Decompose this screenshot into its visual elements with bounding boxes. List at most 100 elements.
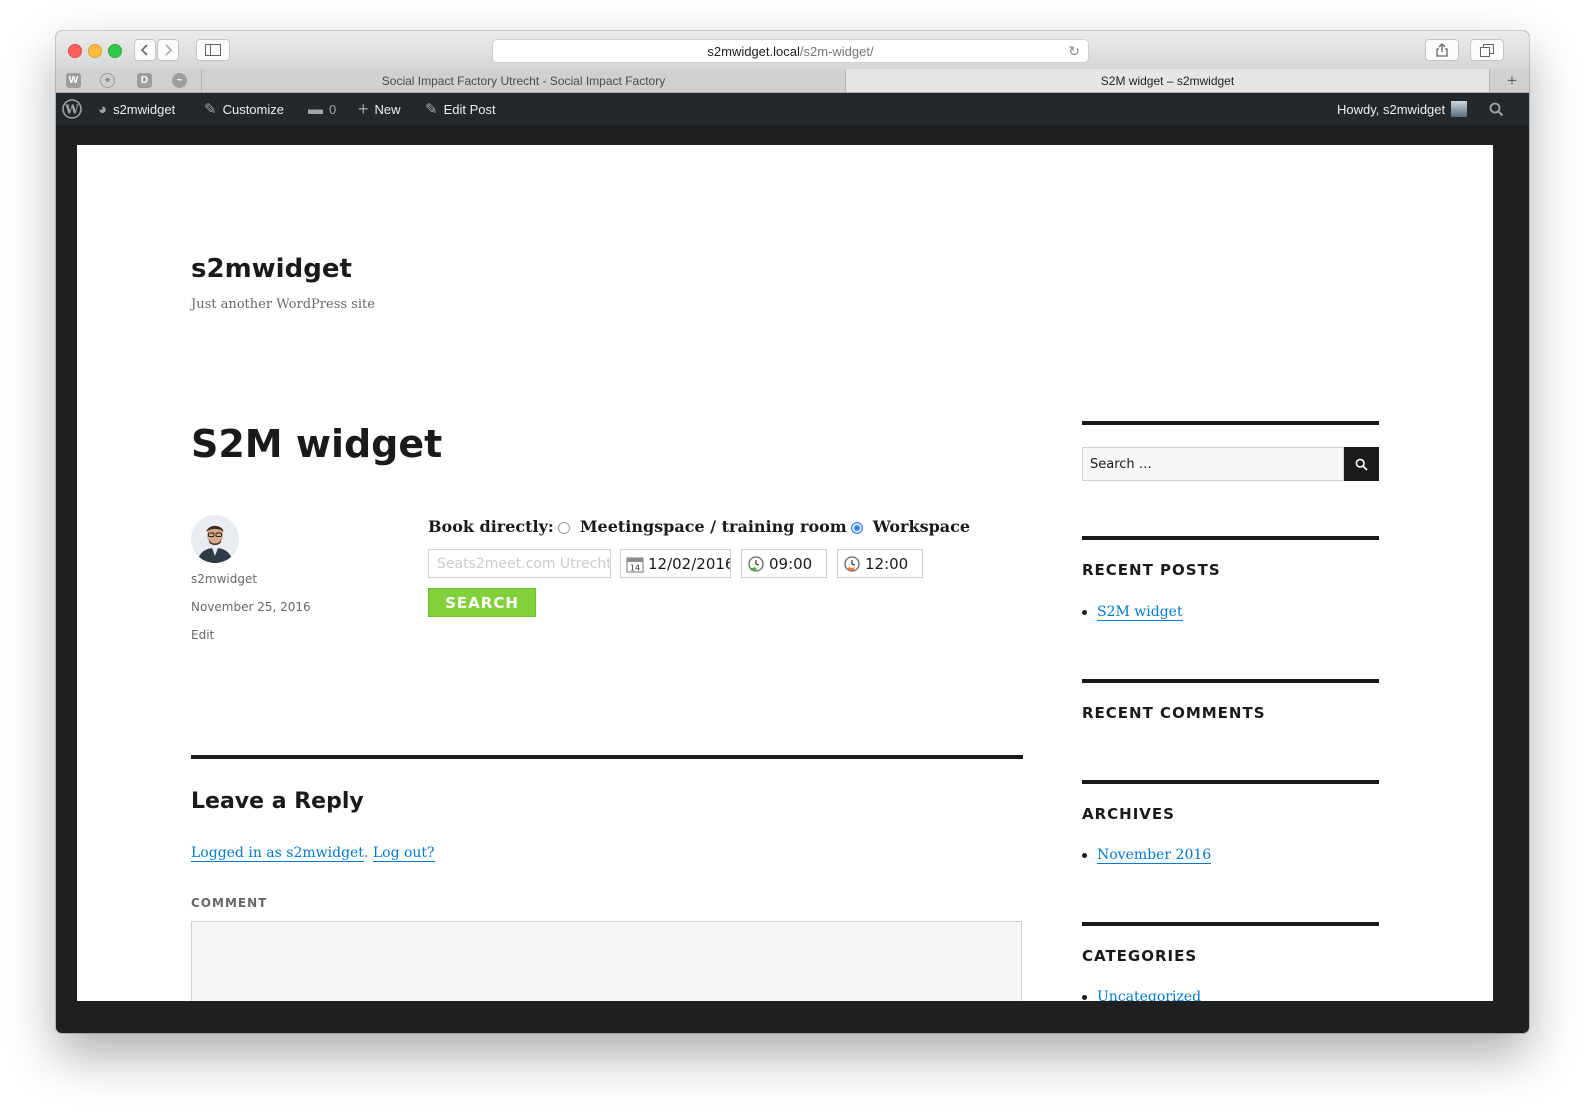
location-placeholder: Seats2meet.com Utrecht (437, 555, 611, 572)
show-tabs-button[interactable] (1470, 39, 1504, 61)
plus-icon: + (358, 98, 369, 119)
address-bar[interactable]: s2mwidget.local/s2m-widget/ ↻ (492, 39, 1089, 63)
search-button[interactable]: SEARCH (428, 588, 536, 617)
tabs-overview-icon (1480, 43, 1494, 57)
bullet (1082, 994, 1087, 1000)
favorite-w-icon[interactable]: W (66, 73, 81, 88)
site-title[interactable]: s2mwidget (191, 254, 352, 284)
list-item: S2M widget (1082, 604, 1183, 620)
post-date[interactable]: November 25, 2016 (191, 600, 311, 614)
bullet (1082, 852, 1087, 858)
workspace-label: Workspace (872, 517, 971, 536)
tab-label: S2M widget – s2mwidget (1100, 73, 1235, 88)
site-name-label: s2mwidget (113, 101, 176, 117)
reply-title: Leave a Reply (191, 789, 364, 814)
comment-label: COMMENT (191, 896, 268, 910)
new-content-menu[interactable]: + New (358, 93, 401, 125)
date-value: 12/02/2016 (648, 554, 731, 573)
tab-label: Social Impact Factory Utrecht - Social I… (381, 73, 666, 88)
sidebar-search-button[interactable] (1344, 447, 1379, 481)
comments-divider (191, 755, 1023, 759)
log-out-link[interactable]: Log out? (373, 845, 435, 861)
list-item: November 2016 (1082, 847, 1211, 863)
start-time-input[interactable]: 09:00 (741, 549, 827, 578)
list-item: Uncategorized (1082, 989, 1201, 1001)
comments-link[interactable]: ▬ 0 (308, 93, 336, 125)
comment-bubble-icon: ▬ (308, 100, 323, 118)
calendar-icon: 14 (626, 557, 644, 572)
author-avatar (191, 515, 239, 563)
categories-title: CATEGORIES (1082, 947, 1198, 965)
recent-posts-title: RECENT POSTS (1082, 561, 1221, 579)
forward-button[interactable] (157, 39, 179, 61)
workspace-radio[interactable] (850, 521, 863, 534)
wordpress-logo-menu[interactable]: W (62, 93, 82, 125)
back-button[interactable] (134, 39, 156, 61)
end-time-input[interactable]: 12:00 (837, 549, 923, 578)
url-path: /s2m-widget/ (799, 43, 874, 59)
archive-link[interactable]: November 2016 (1097, 847, 1211, 863)
category-link[interactable]: Uncategorized (1097, 989, 1201, 1001)
share-button[interactable] (1425, 39, 1459, 61)
clock-in-icon (748, 555, 764, 572)
customize-link[interactable]: ✎ Customize (204, 93, 284, 125)
wordpress-logo-icon: W (62, 99, 82, 119)
site-description: Just another WordPress site (191, 297, 375, 312)
new-label: New (374, 101, 401, 117)
howdy-label: Howdy, s2mwidget (1337, 101, 1446, 117)
logged-in-link[interactable]: Logged in as s2mwidget (191, 845, 364, 861)
sidebar-search-input[interactable]: Search … (1082, 447, 1344, 481)
person-icon (191, 515, 239, 563)
svg-text:W: W (64, 103, 79, 117)
favorite-d-icon[interactable]: D (137, 73, 152, 88)
wp-admin-bar: W ◕ s2mwidget ✎ Customize ▬ 0 + New ✎ Ed… (56, 93, 1529, 125)
recent-posts-divider (1082, 536, 1379, 540)
bullet (1082, 609, 1087, 615)
recent-comments-divider (1082, 679, 1379, 683)
book-directly-label: Book directly: (428, 517, 554, 536)
reload-icon[interactable]: ↻ (1068, 43, 1080, 60)
start-time-value: 09:00 (769, 554, 813, 573)
site-name-menu[interactable]: ◕ s2mwidget (98, 93, 175, 125)
minimize-window-button[interactable] (88, 44, 102, 58)
post-author[interactable]: s2mwidget (191, 572, 257, 586)
pencil-icon: ✎ (425, 101, 438, 118)
admin-search-button[interactable] (1489, 93, 1504, 125)
browser-window: s2mwidget.local/s2m-widget/ ↻ W ⌖ D ~ So… (56, 31, 1529, 1033)
tab-s2m-widget[interactable]: S2M widget – s2mwidget (845, 69, 1490, 92)
url-host: s2mwidget.local (707, 43, 800, 59)
end-time-value: 12:00 (865, 554, 909, 573)
meetingspace-radio[interactable] (557, 521, 570, 534)
favorite-pin-icon[interactable]: ⌖ (100, 73, 115, 88)
comment-textarea[interactable] (191, 921, 1022, 1001)
date-input[interactable]: 14 12/02/2016 (620, 549, 731, 578)
user-avatar (1451, 101, 1468, 117)
tab-social-impact-factory[interactable]: Social Impact Factory Utrecht - Social I… (201, 69, 845, 92)
favorite-messenger-icon[interactable]: ~ (172, 73, 187, 88)
my-account-menu[interactable]: Howdy, s2mwidget (1337, 93, 1468, 125)
page-content: s2mwidget Just another WordPress site S2… (77, 145, 1493, 1001)
search-icon (1489, 102, 1504, 116)
sidebar-toggle-button[interactable] (196, 39, 230, 61)
browser-title-bar: s2mwidget.local/s2m-widget/ ↻ (56, 31, 1529, 70)
recent-comments-title: RECENT COMMENTS (1082, 704, 1266, 722)
dashboard-icon: ◕ (98, 100, 108, 118)
new-tab-button[interactable]: + (1495, 69, 1529, 92)
comments-count: 0 (329, 101, 337, 117)
logged-in-notice: Logged in as s2mwidget. Log out? (191, 845, 435, 861)
chevron-left-icon (140, 44, 148, 56)
edit-post-link[interactable]: ✎ Edit Post (425, 93, 496, 125)
recent-post-link[interactable]: S2M widget (1097, 604, 1183, 620)
search-icon (1355, 458, 1368, 471)
location-input[interactable]: Seats2meet.com Utrecht (428, 549, 611, 578)
zoom-window-button[interactable] (108, 44, 122, 58)
archives-divider (1082, 780, 1379, 784)
meetingspace-label: Meetingspace / training room (579, 517, 847, 536)
sidebar-icon (205, 44, 221, 56)
close-window-button[interactable] (68, 44, 82, 58)
post-edit-link[interactable]: Edit (191, 628, 214, 642)
chevron-right-icon (165, 44, 173, 56)
edit-post-label: Edit Post (443, 101, 496, 117)
post-title: S2M widget (191, 422, 443, 466)
clock-out-icon (844, 555, 860, 572)
